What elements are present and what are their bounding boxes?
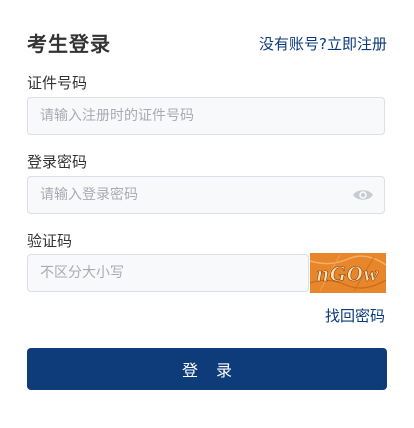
password-field-wrapper <box>27 176 385 214</box>
captcha-image[interactable]: nGOw <box>310 253 386 293</box>
captcha-field-wrapper <box>27 254 309 292</box>
captcha-label: 验证码 <box>27 232 73 250</box>
eye-icon[interactable] <box>352 186 374 204</box>
captcha-text: nGOw <box>317 261 380 286</box>
login-panel: 考生登录 没有账号?立即注册 证件号码 登录密码 验证码 nGOw 找回密码 登… <box>0 0 414 428</box>
id-number-field-wrapper <box>27 97 385 135</box>
register-link[interactable]: 没有账号?立即注册 <box>259 33 387 54</box>
login-button[interactable]: 登录 <box>27 348 387 390</box>
page-title: 考生登录 <box>27 32 111 56</box>
id-number-input[interactable] <box>28 98 384 134</box>
captcha-input[interactable] <box>28 255 308 291</box>
login-header: 考生登录 没有账号?立即注册 <box>27 26 387 58</box>
id-number-label: 证件号码 <box>27 74 88 92</box>
forgot-password-link[interactable]: 找回密码 <box>325 305 385 326</box>
password-input[interactable] <box>28 177 384 213</box>
password-label: 登录密码 <box>27 153 88 171</box>
